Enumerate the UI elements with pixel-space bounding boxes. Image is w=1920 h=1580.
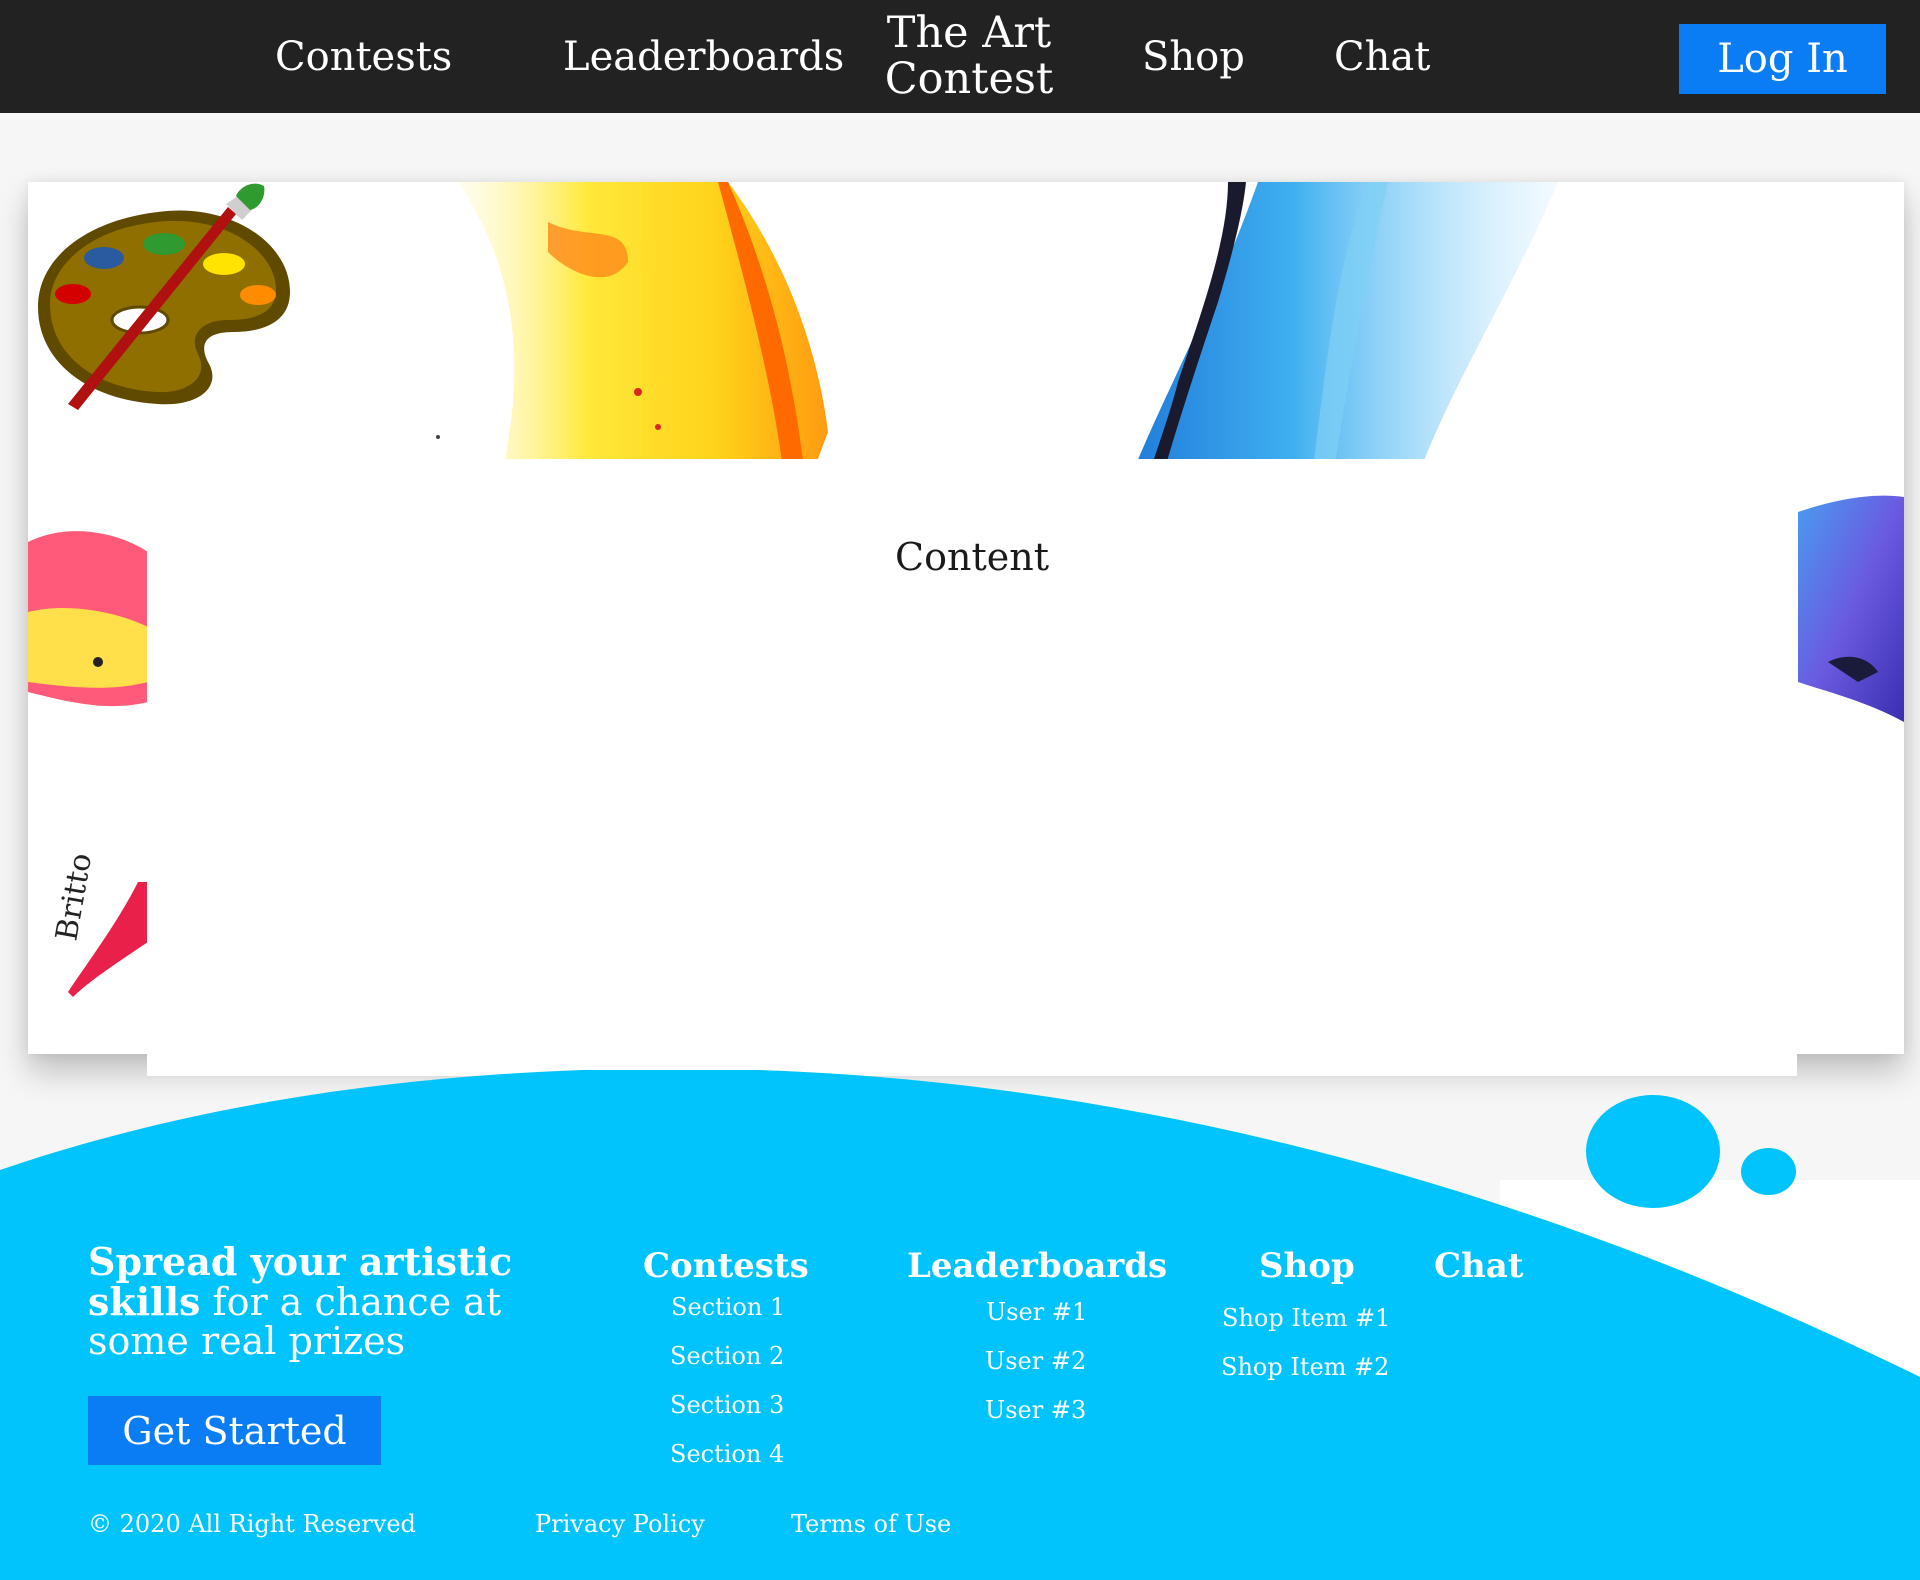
footer-col-contests-title[interactable]: Contests	[643, 1246, 809, 1286]
footer-link-section-1[interactable]: Section 1	[671, 1293, 785, 1321]
footer-link-shop-item-2[interactable]: Shop Item #2	[1221, 1353, 1389, 1381]
content-title: Content	[895, 535, 1049, 579]
artist-signature: Britto	[49, 850, 99, 943]
nav-link-leaderboards[interactable]: Leaderboards	[563, 0, 844, 113]
footer-link-section-4[interactable]: Section 4	[670, 1440, 784, 1468]
login-button[interactable]: Log In	[1679, 24, 1886, 94]
footer-copyright: © 2020 All Right Reserved	[88, 1510, 416, 1538]
top-navbar: Contests Leaderboards The Art Contest Sh…	[0, 0, 1920, 113]
footer-bubble-large	[1586, 1095, 1720, 1208]
content-card: Content	[147, 459, 1797, 1076]
footer-link-user-2[interactable]: User #2	[985, 1347, 1086, 1375]
footer-col-leaderboards-title[interactable]: Leaderboards	[907, 1246, 1167, 1286]
nav-link-contests[interactable]: Contests	[275, 0, 452, 113]
brand-line-2: Contest	[884, 54, 1054, 104]
footer-terms-link[interactable]: Terms of Use	[791, 1510, 951, 1538]
get-started-button[interactable]: Get Started	[88, 1396, 381, 1465]
footer-link-section-3[interactable]: Section 3	[670, 1391, 784, 1419]
brand-line-1: The Art	[886, 8, 1052, 58]
nav-link-shop[interactable]: Shop	[1142, 0, 1245, 113]
site-brand[interactable]: The Art Contest	[860, 10, 1078, 102]
footer-col-chat-title[interactable]: Chat	[1434, 1246, 1524, 1286]
footer-privacy-link[interactable]: Privacy Policy	[535, 1510, 705, 1538]
footer-bubble-small	[1741, 1148, 1796, 1195]
footer-link-user-3[interactable]: User #3	[985, 1396, 1086, 1424]
palette-icon	[38, 183, 290, 410]
footer-tagline: Spread your artistic skills for a chance…	[88, 1242, 548, 1361]
nav-link-chat[interactable]: Chat	[1334, 0, 1430, 113]
footer-col-shop-title[interactable]: Shop	[1259, 1246, 1355, 1286]
footer-link-shop-item-1[interactable]: Shop Item #1	[1222, 1304, 1390, 1332]
footer-link-section-2[interactable]: Section 2	[670, 1342, 784, 1370]
footer-link-user-1[interactable]: User #1	[986, 1298, 1087, 1326]
